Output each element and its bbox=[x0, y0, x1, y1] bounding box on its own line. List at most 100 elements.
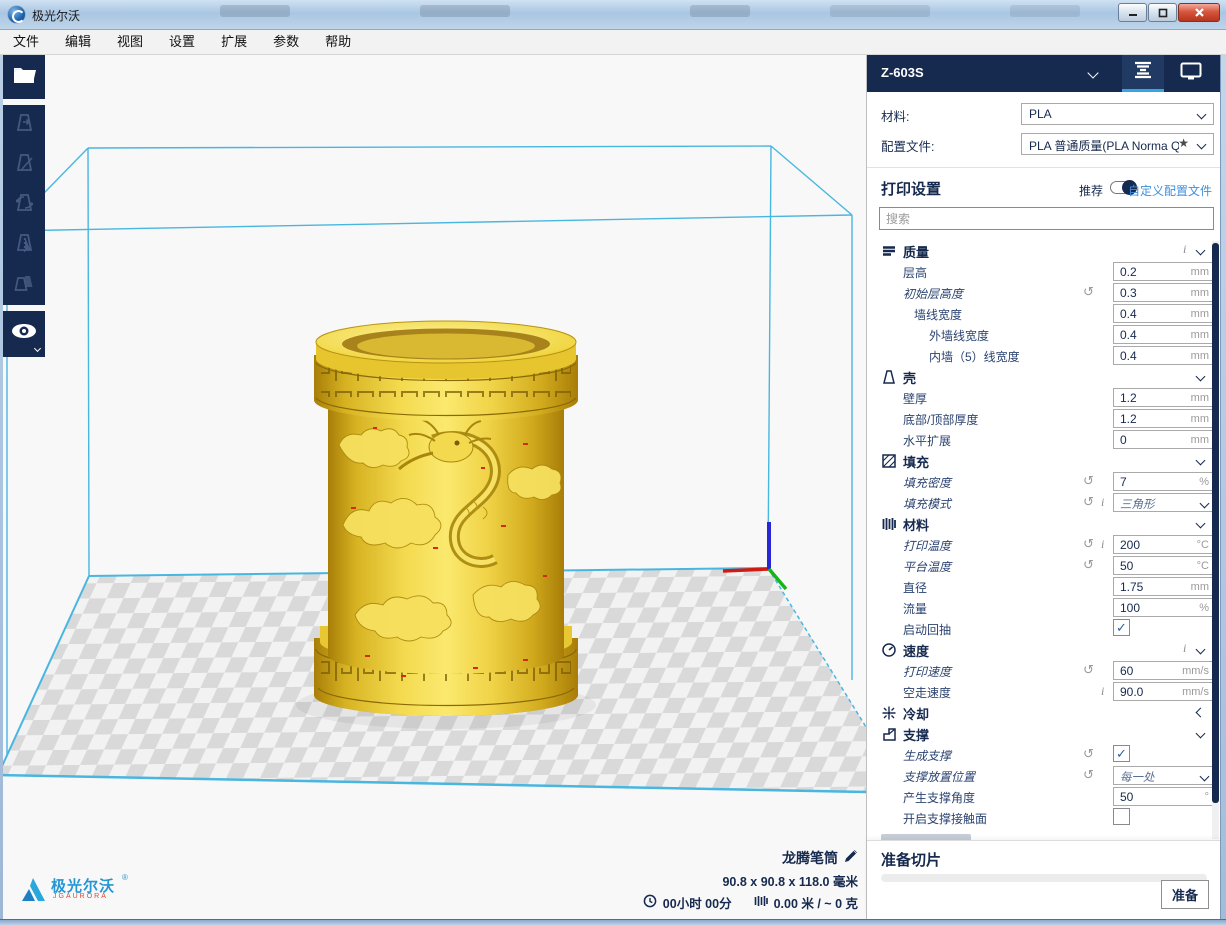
setting-label: 空走速度 bbox=[903, 684, 951, 701]
setting-row-quality: 墙线宽度 0.4mm bbox=[867, 303, 1221, 324]
setting-input[interactable]: 7% bbox=[1113, 472, 1215, 491]
setting-input[interactable]: 200°C bbox=[1113, 535, 1215, 554]
reset-arrow-icon[interactable]: ↺ bbox=[1083, 662, 1094, 678]
setting-input[interactable]: 0mm bbox=[1113, 430, 1215, 449]
section-header-quality[interactable]: 质量i bbox=[867, 240, 1221, 261]
section-header-shell[interactable]: 壳 bbox=[867, 366, 1221, 387]
slice-progress-bar bbox=[881, 874, 1207, 882]
close-button[interactable] bbox=[1178, 3, 1220, 22]
mirror-tool[interactable] bbox=[3, 225, 45, 265]
reset-arrow-icon[interactable]: ↺ bbox=[1083, 494, 1094, 510]
setting-checkbox[interactable]: ✓ bbox=[1113, 619, 1130, 636]
info-icon[interactable]: i bbox=[1101, 537, 1104, 552]
setting-input[interactable]: 100% bbox=[1113, 598, 1215, 617]
reset-arrow-icon[interactable]: ↺ bbox=[1083, 557, 1094, 573]
material-usage: 0.00 米 / ~ 0 克 bbox=[774, 893, 858, 912]
menu-item-0[interactable]: 文件 bbox=[0, 30, 52, 54]
setting-input[interactable]: 50° bbox=[1113, 787, 1215, 806]
chevron-down-icon[interactable] bbox=[1196, 372, 1206, 382]
setting-label: 墙线宽度 bbox=[914, 306, 962, 323]
chevron-down-icon[interactable] bbox=[1196, 729, 1206, 739]
chevron-left-icon[interactable] bbox=[1196, 708, 1206, 718]
setting-input[interactable]: 0.3mm bbox=[1113, 283, 1215, 302]
reset-arrow-icon[interactable]: ↺ bbox=[1083, 473, 1094, 489]
mirror-tool-icon bbox=[12, 231, 37, 260]
profile-label: 配置文件: bbox=[881, 136, 934, 155]
info-icon[interactable]: i bbox=[1183, 641, 1186, 656]
reset-arrow-icon[interactable]: ↺ bbox=[1083, 767, 1094, 783]
brand-triangle-icon bbox=[19, 877, 49, 908]
chevron-down-icon[interactable] bbox=[1196, 645, 1206, 655]
menu-item-1[interactable]: 编辑 bbox=[52, 30, 104, 54]
section-header-cooling[interactable]: 冷却 bbox=[867, 702, 1221, 723]
custom-profile-link[interactable]: 自定义配置文件 bbox=[1128, 182, 1212, 199]
setting-label: 层高 bbox=[903, 264, 927, 281]
setting-input[interactable]: 0.4mm bbox=[1113, 346, 1215, 365]
brand-subtext: JGAURORA bbox=[53, 893, 108, 900]
window-border bbox=[0, 55, 3, 919]
setting-dropdown[interactable]: 每一处 bbox=[1113, 766, 1215, 785]
setting-label: 内墙（5）线宽度 bbox=[929, 348, 1020, 365]
setting-input[interactable]: 50°C bbox=[1113, 556, 1215, 575]
open-file-button[interactable] bbox=[3, 55, 45, 99]
prepare-button[interactable]: 准备 bbox=[1161, 880, 1209, 909]
section-header-material[interactable]: 材料 bbox=[867, 513, 1221, 534]
info-icon[interactable]: i bbox=[1183, 242, 1186, 257]
section-title: 填充 bbox=[903, 452, 929, 471]
scrollbar-thumb[interactable] bbox=[1212, 243, 1219, 803]
info-icon[interactable]: i bbox=[1101, 684, 1104, 699]
chevron-down-icon[interactable] bbox=[1196, 246, 1206, 256]
edit-pencil-icon[interactable] bbox=[844, 849, 858, 868]
section-header-speed[interactable]: 速度i bbox=[867, 639, 1221, 660]
info-icon[interactable]: i bbox=[1101, 495, 1104, 510]
open-folder-icon bbox=[12, 65, 36, 90]
setting-input[interactable]: 1.75mm bbox=[1113, 577, 1215, 596]
setting-input[interactable]: 1.2mm bbox=[1113, 388, 1215, 407]
glass-reflection bbox=[690, 5, 750, 17]
reset-arrow-icon[interactable]: ↺ bbox=[1083, 536, 1094, 552]
printer-selector[interactable]: Z-603S bbox=[881, 65, 924, 80]
rotate-tool[interactable] bbox=[3, 185, 45, 225]
slice-panel: 准备切片 准备 bbox=[867, 840, 1221, 919]
model-dragon-pen-holder[interactable] bbox=[314, 321, 578, 716]
menu-item-5[interactable]: 参数 bbox=[260, 30, 312, 54]
minimize-button[interactable] bbox=[1118, 3, 1147, 22]
setting-input[interactable]: 0.4mm bbox=[1113, 304, 1215, 323]
prepare-stage-icon bbox=[1133, 61, 1153, 84]
setting-label: 启动回抽 bbox=[903, 621, 951, 638]
section-header-support[interactable]: 支撑 bbox=[867, 723, 1221, 744]
menu-item-3[interactable]: 设置 bbox=[156, 30, 208, 54]
setting-label: 打印温度 bbox=[903, 537, 951, 554]
chevron-down-icon[interactable] bbox=[1087, 67, 1098, 78]
maximize-button[interactable] bbox=[1148, 3, 1177, 22]
section-header-infill[interactable]: 填充 bbox=[867, 450, 1221, 471]
setting-input[interactable]: 90.0mm/s bbox=[1113, 682, 1215, 701]
setting-input[interactable]: 0.4mm bbox=[1113, 325, 1215, 344]
move-tool[interactable] bbox=[3, 105, 45, 145]
profile-select[interactable]: PLA 普通质量(PLA Norma Qua ★ bbox=[1021, 133, 1214, 155]
menu-item-2[interactable]: 视图 bbox=[104, 30, 156, 54]
prepare-stage-tab[interactable] bbox=[1122, 55, 1164, 92]
setting-dropdown[interactable]: 三角形 bbox=[1113, 493, 1215, 512]
material-select[interactable]: PLA bbox=[1021, 103, 1214, 125]
setting-input[interactable]: 0.2mm bbox=[1113, 262, 1215, 281]
viewport-3d[interactable]: 极光尔沃 ® JGAURORA 龙腾笔筒 90.8 x 90.8 x 118.0… bbox=[3, 55, 866, 919]
chevron-down-icon bbox=[1197, 140, 1207, 150]
chevron-down-icon[interactable] bbox=[1196, 456, 1206, 466]
setting-input[interactable]: 60mm/s bbox=[1113, 661, 1215, 680]
setting-label: 填充模式 bbox=[903, 495, 951, 512]
menu-item-4[interactable]: 扩展 bbox=[208, 30, 260, 54]
chevron-down-icon[interactable] bbox=[1196, 519, 1206, 529]
monitor-stage-tab[interactable] bbox=[1170, 55, 1212, 92]
scale-tool[interactable] bbox=[3, 145, 45, 185]
reset-arrow-icon[interactable]: ↺ bbox=[1083, 284, 1094, 300]
setting-row-material: 打印温度 ↺ i 200°C bbox=[867, 534, 1221, 555]
menu-item-6[interactable]: 帮助 bbox=[312, 30, 364, 54]
setting-checkbox[interactable]: ✓ bbox=[1113, 745, 1130, 762]
setting-input[interactable]: 1.2mm bbox=[1113, 409, 1215, 428]
settings-search-input[interactable] bbox=[879, 207, 1214, 230]
setting-label: 打印速度 bbox=[903, 663, 951, 680]
setting-checkbox[interactable] bbox=[1113, 808, 1130, 825]
reset-arrow-icon[interactable]: ↺ bbox=[1083, 746, 1094, 762]
per-model-settings-tool[interactable] bbox=[3, 265, 45, 305]
